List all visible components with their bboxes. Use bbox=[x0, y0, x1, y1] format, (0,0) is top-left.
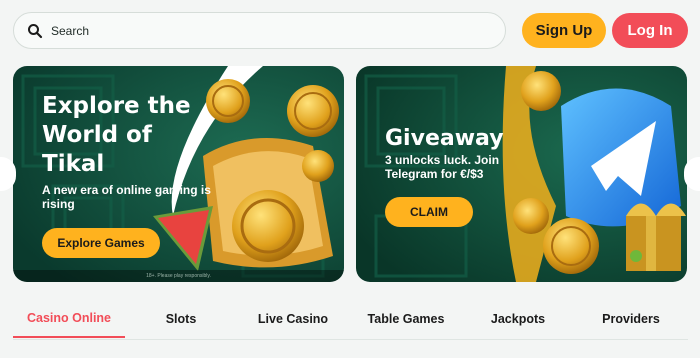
tab-providers[interactable]: Providers bbox=[591, 300, 671, 338]
search-bar[interactable]: Search bbox=[13, 12, 506, 49]
tab-jackpots[interactable]: Jackpots bbox=[479, 300, 557, 338]
search-icon bbox=[28, 23, 43, 38]
banner-title: Explore the World of Tikal bbox=[42, 93, 191, 177]
promo-banner-giveaway[interactable]: Giveaway 3 unlocks luck. Join Telegram f… bbox=[356, 66, 687, 282]
search-input[interactable]: Search bbox=[51, 24, 89, 38]
log-in-button[interactable]: Log In bbox=[612, 13, 688, 48]
tab-slots[interactable]: Slots bbox=[139, 300, 223, 338]
explore-games-button[interactable]: Explore Games bbox=[42, 228, 160, 258]
category-tabs: Casino Online Slots Live Casino Table Ga… bbox=[13, 300, 688, 340]
tab-table-games[interactable]: Table Games bbox=[363, 300, 449, 338]
top-bar: Search Sign Up Log In bbox=[0, 0, 700, 62]
sign-up-button[interactable]: Sign Up bbox=[522, 13, 606, 48]
claim-button[interactable]: CLAIM bbox=[385, 197, 473, 227]
responsible-gaming-note: 18+. Please play responsibly. bbox=[13, 270, 344, 282]
banner-title: Giveaway bbox=[385, 126, 504, 151]
promo-banner-tikal[interactable]: Explore the World of Tikal A new era of … bbox=[13, 66, 344, 282]
tab-casino-online[interactable]: Casino Online bbox=[13, 300, 125, 338]
banner-subtitle: 3 unlocks luck. Join Telegram for €/$3 bbox=[385, 153, 500, 181]
tab-live-casino[interactable]: Live Casino bbox=[249, 300, 337, 338]
banner-subtitle: A new era of online gaming is rising bbox=[42, 183, 211, 211]
